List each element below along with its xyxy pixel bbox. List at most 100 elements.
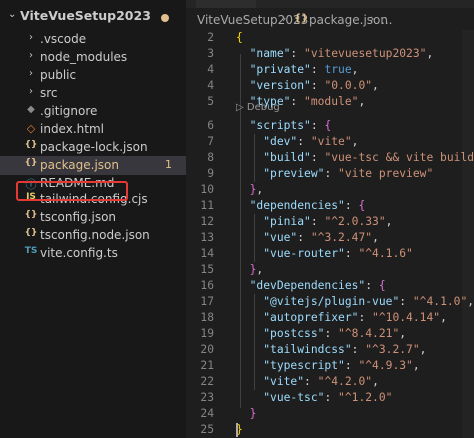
code-text: "dependencies": { bbox=[249, 199, 366, 212]
code-text: "build": "vue-tsc && vite build", bbox=[263, 151, 474, 164]
code-text: "vue-tsc": "^1.2.0" bbox=[263, 391, 393, 404]
json-icon: {} bbox=[24, 140, 38, 150]
line-number: 2 bbox=[207, 31, 214, 44]
code-line[interactable]: 11 "dependencies": { bbox=[186, 198, 474, 214]
explorer-panel: ⌄ ViteVueSetup2023 › .vscode › node_modules… bbox=[0, 0, 186, 438]
tree-item-package-lock-json[interactable]: {} package-lock.json bbox=[0, 138, 186, 157]
json-icon: {} bbox=[24, 158, 38, 168]
line-number: 20 bbox=[200, 343, 214, 356]
code-text: "name": "vitevuesetup2023", bbox=[249, 47, 434, 60]
tree-item-public[interactable]: › public bbox=[0, 66, 186, 85]
tree-item-label: src bbox=[40, 86, 58, 100]
chevron-down-icon: ⌄ bbox=[8, 9, 17, 20]
breadcrumb-more[interactable]: ... bbox=[381, 13, 392, 27]
code-text: } bbox=[249, 407, 257, 420]
line-number: 7 bbox=[207, 135, 214, 148]
code-line[interactable]: 10 }, bbox=[186, 182, 474, 198]
code-text: "private": true, bbox=[249, 63, 359, 76]
tab-package-json[interactable] bbox=[196, 0, 256, 8]
code-line[interactable]: 25} bbox=[186, 422, 474, 438]
tree-item-label: package-lock.json bbox=[40, 140, 148, 154]
code-text: "typescript": "^4.9.3", bbox=[263, 359, 420, 372]
code-text: "version": "0.0.0", bbox=[249, 79, 379, 92]
breadcrumb-separator-icon: › bbox=[282, 12, 287, 25]
line-number: 9 bbox=[207, 167, 214, 180]
tree-item-vscode[interactable]: › .vscode bbox=[0, 30, 186, 49]
code-line[interactable]: 20 "tailwindcss": "^3.2.7", bbox=[186, 342, 474, 358]
code-text: }, bbox=[249, 183, 264, 196]
code-text: "vite": "^4.2.0", bbox=[263, 375, 379, 388]
code-line[interactable]: 4 "private": true, bbox=[186, 62, 474, 78]
chevron-right-icon: › bbox=[29, 50, 33, 61]
code-line[interactable]: 7 "dev": "vite", bbox=[186, 134, 474, 150]
code-line[interactable]: 14 "vue-router": "^4.1.6" bbox=[186, 246, 474, 262]
tree-item-label: vite.config.ts bbox=[40, 246, 118, 260]
code-line[interactable]: 18 "autoprefixer": "^10.4.14", bbox=[186, 310, 474, 326]
line-number: 4 bbox=[207, 79, 214, 92]
json-icon: {} bbox=[24, 228, 38, 238]
root-folder-label: ViteVueSetup2023 bbox=[20, 8, 151, 23]
code-text: "pinia": "^2.0.33", bbox=[263, 215, 393, 228]
line-number: 12 bbox=[200, 215, 214, 228]
problem-count-badge: 1 bbox=[165, 158, 172, 171]
modified-dot-icon bbox=[161, 14, 169, 22]
code-text: "scripts": { bbox=[249, 119, 332, 132]
code-line[interactable]: 4 "version": "0.0.0", bbox=[186, 78, 474, 94]
line-number: 13 bbox=[200, 231, 214, 244]
line-number: 11 bbox=[200, 199, 214, 212]
tree-item-label: package.json bbox=[40, 158, 120, 172]
breadcrumb-separator-icon: › bbox=[370, 12, 375, 25]
line-number: 22 bbox=[200, 375, 214, 388]
code-line[interactable]: 5 "type": "module", bbox=[186, 94, 474, 110]
breadcrumb-folder[interactable]: ViteVueSetup2023 bbox=[197, 13, 308, 27]
code-line[interactable]: 15 }, bbox=[186, 262, 474, 278]
code-text: { bbox=[236, 31, 243, 44]
code-text: "type": "module", bbox=[249, 95, 366, 108]
line-number: 3 bbox=[207, 47, 214, 60]
code-text: "tailwindcss": "^3.2.7", bbox=[263, 343, 427, 356]
code-text: "dev": "vite", bbox=[263, 135, 359, 148]
code-line[interactable]: 23 "vue-tsc": "^1.2.0" bbox=[186, 390, 474, 406]
line-number: 4 bbox=[207, 63, 214, 76]
tree-item-tsconfig-node-json[interactable]: {} tsconfig.node.json bbox=[0, 226, 186, 245]
tree-item-label: .gitignore bbox=[40, 104, 98, 118]
explorer-root-folder[interactable]: ⌄ ViteVueSetup2023 bbox=[0, 6, 186, 28]
code-line[interactable]: 19 "postcss": "^8.4.21", bbox=[186, 326, 474, 342]
code-line[interactable]: 9 "preview": "vite preview" bbox=[186, 166, 474, 182]
code-line[interactable]: 8 "build": "vue-tsc && vite build", bbox=[186, 150, 474, 166]
code-text: "postcss": "^8.4.21", bbox=[263, 327, 407, 340]
tree-item-index-html[interactable]: ◇ index.html bbox=[0, 120, 186, 139]
code-line[interactable]: 3 "name": "vitevuesetup2023", bbox=[186, 46, 474, 62]
breadcrumb-file[interactable]: package.json bbox=[309, 13, 388, 27]
tree-item-label: node_modules bbox=[40, 50, 128, 64]
code-line[interactable]: 17 "@vitejs/plugin-vue": "^4.1.0", bbox=[186, 294, 474, 310]
code-line[interactable]: 24 } bbox=[186, 406, 474, 422]
tree-item-vite-config-ts[interactable]: TS vite.config.ts bbox=[0, 244, 186, 263]
line-number: 18 bbox=[200, 311, 214, 324]
line-number: 24 bbox=[200, 407, 214, 420]
code-line[interactable]: 2{ bbox=[186, 30, 474, 46]
line-number: 16 bbox=[200, 279, 214, 292]
tree-item-label: .vscode bbox=[40, 32, 87, 46]
tree-item-gitignore[interactable]: ◆ .gitignore bbox=[0, 102, 186, 121]
code-text: "vue-router": "^4.1.6" bbox=[263, 247, 413, 260]
tree-item-label: public bbox=[40, 68, 77, 82]
text-cursor bbox=[236, 423, 238, 437]
tree-item-node-modules[interactable]: › node_modules bbox=[0, 48, 186, 67]
tree-item-src[interactable]: › src bbox=[0, 84, 186, 103]
code-line[interactable]: 16 "devDependencies": { bbox=[186, 278, 474, 294]
highlight-annotation bbox=[16, 181, 128, 201]
chevron-right-icon: › bbox=[29, 68, 33, 79]
git-icon: ◆ bbox=[27, 104, 35, 115]
line-number: 5 bbox=[207, 95, 214, 108]
tree-item-package-json[interactable]: {} package.json 1 bbox=[0, 156, 186, 175]
line-number: 21 bbox=[200, 359, 214, 372]
tab-strip bbox=[186, 0, 474, 8]
code-line[interactable]: 21 "typescript": "^4.9.3", bbox=[186, 358, 474, 374]
code-line[interactable]: 13 "vue": "^3.2.47", bbox=[186, 230, 474, 246]
html-icon: ◇ bbox=[26, 122, 36, 135]
code-line[interactable]: 6 "scripts": { bbox=[186, 118, 474, 134]
tree-item-tsconfig-json[interactable]: {} tsconfig.json bbox=[0, 208, 186, 227]
code-line[interactable]: 12 "pinia": "^2.0.33", bbox=[186, 214, 474, 230]
code-line[interactable]: 22 "vite": "^4.2.0", bbox=[186, 374, 474, 390]
